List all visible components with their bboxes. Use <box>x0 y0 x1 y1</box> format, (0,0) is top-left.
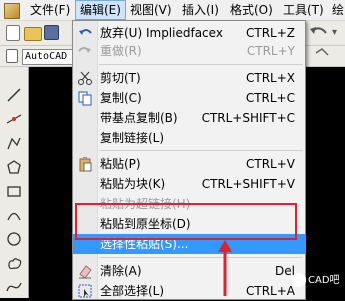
grip-icon <box>6 49 18 63</box>
menu-item-label: 清除(A) <box>100 264 142 278</box>
edit-menu-dropdown: 放弃(U) Impliedfacex CTRL+Z 重做(R) CTRL+Y 剪… <box>72 20 306 300</box>
menu-item-shortcut: CTRL+SHIFT+V <box>201 177 295 191</box>
spline-icon[interactable] <box>6 279 22 295</box>
menu-item-shortcut: CTRL+X <box>245 71 295 85</box>
undo-icon <box>79 29 92 35</box>
annotation-arrow-icon <box>218 240 232 296</box>
menu-separator <box>99 257 303 258</box>
workspace-combo[interactable]: AutoCAD 经 <box>22 49 76 65</box>
menu-item-clear[interactable]: 清除(A) Del <box>73 261 305 281</box>
menu-separator <box>99 150 303 151</box>
menu-edit[interactable]: 编辑(E) <box>75 0 126 20</box>
menu-item-redo: 重做(R) CTRL+Y <box>73 41 305 61</box>
menu-item-shortcut: CTRL+V <box>246 157 295 171</box>
line-icon[interactable] <box>6 87 22 103</box>
new-file-icon[interactable] <box>6 25 20 41</box>
menu-item-paste-as-block[interactable]: 粘贴为块(K) CTRL+SHIFT+V <box>73 174 305 194</box>
menu-item-label: 放弃(U) Impliedfacex <box>100 26 223 40</box>
wechat-logo-icon <box>292 273 306 287</box>
menu-item-shortcut: CTRL+A <box>246 284 295 298</box>
menu-format[interactable]: 格式(O) <box>226 0 277 20</box>
menu-item-label: 全部选择(L) <box>100 284 165 298</box>
menu-insert[interactable]: 插入(I) <box>178 0 223 20</box>
menu-item-label: 重做(R) <box>100 44 142 58</box>
arc-icon[interactable] <box>6 207 22 223</box>
paste-clipboard-icon <box>79 157 92 172</box>
menu-item-copy-link[interactable]: 复制链接(L) <box>73 128 305 148</box>
menu-item-shortcut: CTRL+C <box>245 91 295 105</box>
menu-item-label: 复制(C) <box>100 91 142 105</box>
menu-item-shortcut: CTRL+Y <box>246 44 295 58</box>
construction-line-icon[interactable] <box>6 111 22 127</box>
menu-item-label: 带基点复制(B) <box>100 111 178 125</box>
menu-file[interactable]: 文件(F) <box>26 0 74 20</box>
scissors-icon <box>78 71 92 85</box>
circle-icon[interactable] <box>6 231 22 247</box>
polyline-icon[interactable] <box>6 135 22 151</box>
save-icon[interactable] <box>44 25 59 40</box>
menu-item-label: 复制链接(L) <box>100 131 165 145</box>
svg-text:▾: ▾ <box>332 27 337 38</box>
open-folder-icon[interactable] <box>24 27 42 41</box>
watermark-text: CAD吧 <box>308 275 340 286</box>
draw-toolbar <box>0 67 29 298</box>
revision-cloud-icon[interactable] <box>6 255 22 271</box>
select-all-icon <box>78 284 92 298</box>
redo-icon <box>78 47 91 53</box>
watermark: CAD吧 <box>292 272 344 290</box>
menu-item-copy[interactable]: 复制(C) CTRL+C <box>73 88 305 108</box>
menu-draw[interactable]: 绘 <box>328 0 345 20</box>
menu-item-shortcut: CTRL+Z <box>245 26 295 40</box>
autocad-app-icon[interactable] <box>4 3 20 19</box>
menu-tools[interactable]: 工具(T) <box>279 0 328 20</box>
polygon-icon[interactable] <box>6 159 22 175</box>
menu-view[interactable]: 视图(V) <box>126 0 176 20</box>
copy-icon <box>78 91 92 106</box>
menu-item-label: 粘贴为块(K) <box>100 177 166 191</box>
undo-redo-icon[interactable]: ▾ <box>306 21 345 66</box>
right-toolbar: ▾ <box>306 21 345 66</box>
menu-item-label: 粘贴(P) <box>100 157 141 171</box>
menu-bar: 文件(F) 编辑(E) 视图(V) 插入(I) 格式(O) 工具(T) 绘 <box>0 0 345 21</box>
menu-separator <box>99 64 303 65</box>
menu-item-select-all[interactable]: 全部选择(L) CTRL+A <box>73 281 305 301</box>
menu-item-cut[interactable]: 剪切(T) CTRL+X <box>73 68 305 88</box>
menu-item-undo[interactable]: 放弃(U) Impliedfacex CTRL+Z <box>73 23 305 43</box>
annotation-highlight-box <box>75 203 297 240</box>
menu-item-paste[interactable]: 粘贴(P) CTRL+V <box>73 154 305 174</box>
menu-item-label: 剪切(T) <box>100 71 141 85</box>
menu-item-copy-with-basepoint[interactable]: 带基点复制(B) CTRL+SHIFT+C <box>73 108 305 128</box>
eraser-icon <box>79 265 92 279</box>
menu-item-shortcut: CTRL+SHIFT+C <box>201 111 295 125</box>
rectangle-icon[interactable] <box>6 183 22 199</box>
